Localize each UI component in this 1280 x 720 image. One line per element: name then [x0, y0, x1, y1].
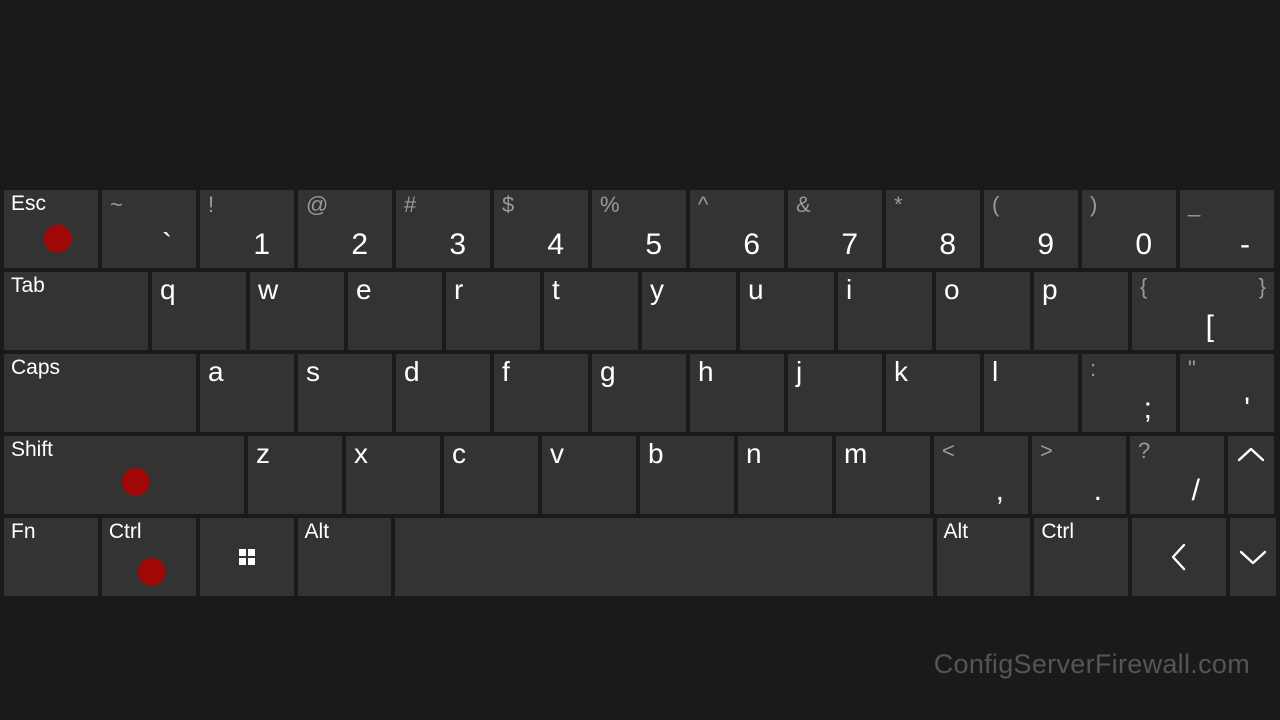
on-screen-keyboard: Esc ~ ` ! 1 @ 2 # 3 $ 4 % 5 ^ 6	[4, 190, 1276, 600]
j-key[interactable]: j	[788, 354, 882, 432]
alt-label: Alt	[305, 520, 330, 544]
shift-label: Shift	[11, 438, 53, 462]
l-key[interactable]: l	[984, 354, 1078, 432]
s-key[interactable]: s	[298, 354, 392, 432]
keyboard-row-4: Shift z x c v b n m < , > . ? /	[4, 436, 1276, 514]
ctrl-label: Ctrl	[109, 520, 142, 544]
w-key[interactable]: w	[250, 272, 344, 350]
fn-label: Fn	[11, 520, 36, 544]
alt-left-key[interactable]: Alt	[298, 518, 392, 596]
quote-key[interactable]: " '	[1180, 354, 1274, 432]
keyboard-row-2: Tab q w e r t y u i o p { } [	[4, 272, 1276, 350]
m-key[interactable]: m	[836, 436, 930, 514]
active-indicator-icon	[122, 468, 150, 496]
h-key[interactable]: h	[690, 354, 784, 432]
v-key[interactable]: v	[542, 436, 636, 514]
watermark-text: ConfigServerFirewall.com	[934, 649, 1250, 680]
chevron-up-icon	[1237, 446, 1265, 464]
i-key[interactable]: i	[838, 272, 932, 350]
digit-0-key[interactable]: ) 0	[1082, 190, 1176, 268]
caps-key[interactable]: Caps	[4, 354, 196, 432]
tab-label: Tab	[11, 274, 45, 298]
g-key[interactable]: g	[592, 354, 686, 432]
comma-key[interactable]: < ,	[934, 436, 1028, 514]
period-key[interactable]: > .	[1032, 436, 1126, 514]
k-key[interactable]: k	[886, 354, 980, 432]
a-key[interactable]: a	[200, 354, 294, 432]
windows-logo-icon	[239, 549, 255, 565]
windows-key[interactable]	[200, 518, 294, 596]
t-key[interactable]: t	[544, 272, 638, 350]
p-key[interactable]: p	[1034, 272, 1128, 350]
backtick-key[interactable]: ~ `	[102, 190, 196, 268]
b-key[interactable]: b	[640, 436, 734, 514]
minus-key[interactable]: _ -	[1180, 190, 1274, 268]
shift-key[interactable]: Shift	[4, 436, 244, 514]
o-key[interactable]: o	[936, 272, 1030, 350]
digit-3-key[interactable]: # 3	[396, 190, 490, 268]
ctrl-left-key[interactable]: Ctrl	[102, 518, 196, 596]
esc-key[interactable]: Esc	[4, 190, 98, 268]
bracket-key[interactable]: { } [	[1132, 272, 1274, 350]
u-key[interactable]: u	[740, 272, 834, 350]
caps-label: Caps	[11, 356, 60, 380]
chevron-down-icon	[1239, 548, 1267, 566]
esc-label: Esc	[11, 192, 46, 216]
chevron-left-icon	[1169, 543, 1189, 571]
fn-key[interactable]: Fn	[4, 518, 98, 596]
keyboard-row-3: Caps a s d f g h j k l : ; " '	[4, 354, 1276, 432]
digit-8-key[interactable]: * 8	[886, 190, 980, 268]
f-key[interactable]: f	[494, 354, 588, 432]
active-indicator-icon	[44, 225, 72, 253]
shift-up-arrow-key[interactable]	[1228, 436, 1274, 514]
keyboard-row-5: Fn Ctrl Alt Alt Ctrl	[4, 518, 1276, 596]
digit-7-key[interactable]: & 7	[788, 190, 882, 268]
tab-key[interactable]: Tab	[4, 272, 148, 350]
keyboard-row-1: Esc ~ ` ! 1 @ 2 # 3 $ 4 % 5 ^ 6	[4, 190, 1276, 268]
semicolon-key[interactable]: : ;	[1082, 354, 1176, 432]
digit-2-key[interactable]: @ 2	[298, 190, 392, 268]
alt-right-key[interactable]: Alt	[937, 518, 1031, 596]
z-key[interactable]: z	[248, 436, 342, 514]
c-key[interactable]: c	[444, 436, 538, 514]
d-key[interactable]: d	[396, 354, 490, 432]
q-key[interactable]: q	[152, 272, 246, 350]
digit-9-key[interactable]: ( 9	[984, 190, 1078, 268]
alt-label: Alt	[944, 520, 969, 544]
n-key[interactable]: n	[738, 436, 832, 514]
slash-key[interactable]: ? /	[1130, 436, 1224, 514]
space-key[interactable]	[395, 518, 932, 596]
digit-1-key[interactable]: ! 1	[200, 190, 294, 268]
back-key[interactable]	[1132, 518, 1226, 596]
digit-6-key[interactable]: ^ 6	[690, 190, 784, 268]
ctrl-right-key[interactable]: Ctrl	[1034, 518, 1128, 596]
e-key[interactable]: e	[348, 272, 442, 350]
r-key[interactable]: r	[446, 272, 540, 350]
x-key[interactable]: x	[346, 436, 440, 514]
digit-5-key[interactable]: % 5	[592, 190, 686, 268]
active-indicator-icon	[138, 558, 166, 586]
digit-4-key[interactable]: $ 4	[494, 190, 588, 268]
ctrl-label: Ctrl	[1041, 520, 1074, 544]
y-key[interactable]: y	[642, 272, 736, 350]
shift-down-arrow-key[interactable]	[1230, 518, 1276, 596]
